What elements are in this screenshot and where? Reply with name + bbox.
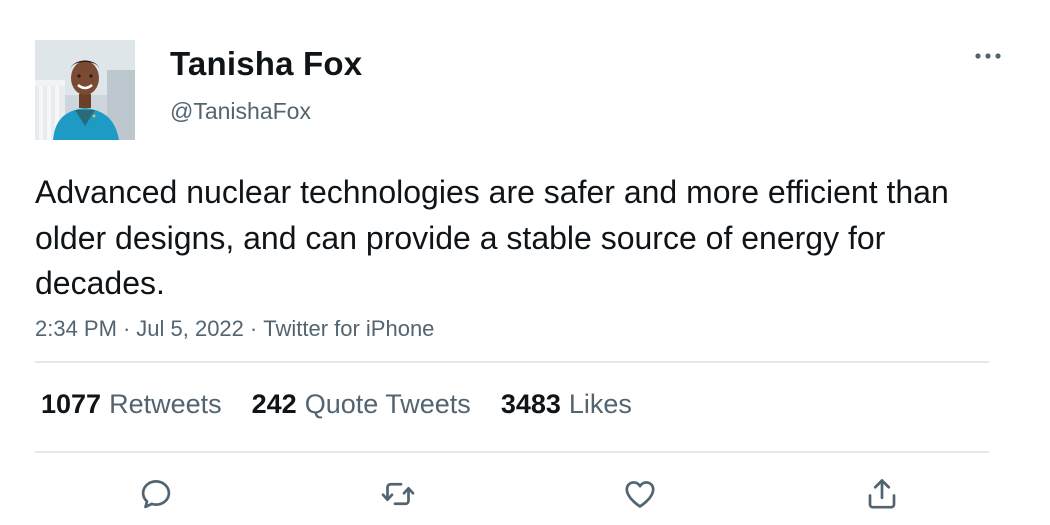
avatar-photo (35, 40, 135, 140)
divider (35, 451, 989, 453)
reply-button[interactable] (134, 474, 178, 514)
engagement-stats: 1077 Retweets 242 Quote Tweets 3483 Likes (41, 386, 632, 422)
quote-tweets-label: Quote Tweets (304, 389, 471, 419)
display-name[interactable]: Tanisha Fox (170, 44, 362, 84)
retweet-button[interactable] (376, 474, 420, 514)
likes-count: 3483 (500, 389, 561, 419)
likes-label: Likes (568, 389, 632, 419)
tweet-card: Tanisha Fox @TanishaFox Advanced nuclear… (0, 0, 1050, 525)
likes-stat[interactable]: 3483 Likes (501, 386, 632, 422)
divider (35, 361, 989, 363)
share-icon (868, 479, 896, 509)
quote-tweets-stat[interactable]: 242 Quote Tweets (252, 386, 471, 422)
like-button[interactable] (618, 474, 662, 514)
tweet-meta: 2:34 PM · Jul 5, 2022 · Twitter for iPhone (35, 313, 434, 345)
retweets-count: 1077 (41, 389, 102, 419)
tweet-text: Advanced nuclear technologies are safer … (35, 174, 949, 301)
more-options-button[interactable] (968, 42, 1008, 70)
tweet-time[interactable]: 2:34 PM (35, 316, 117, 341)
meta-separator: · (122, 316, 131, 341)
tweet-source-link[interactable]: Twitter for iPhone (263, 316, 434, 341)
heart-icon (625, 481, 655, 508)
more-horizontal-icon (975, 53, 1001, 59)
quote-tweets-count: 242 (251, 389, 297, 419)
meta-separator: · (249, 316, 258, 341)
avatar[interactable] (35, 40, 135, 140)
reply-icon (141, 480, 171, 509)
retweets-stat[interactable]: 1077 Retweets (41, 386, 222, 422)
tweet-date[interactable]: Jul 5, 2022 (136, 316, 244, 341)
share-button[interactable] (860, 474, 904, 514)
retweet-icon (381, 482, 415, 506)
retweets-label: Retweets (109, 389, 222, 419)
user-handle[interactable]: @TanishaFox (170, 96, 311, 126)
